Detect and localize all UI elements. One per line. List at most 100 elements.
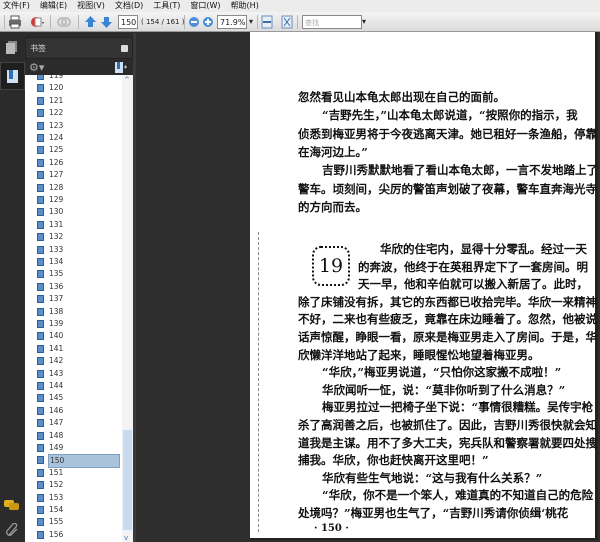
- bookmark-label: 155: [49, 517, 64, 527]
- bookmark-item[interactable]: 140: [25, 330, 121, 342]
- bookmark-icon: [37, 183, 44, 192]
- bookmark-item[interactable]: 149: [25, 442, 121, 454]
- bookmarks-tab[interactable]: [0, 62, 25, 90]
- bookmark-item[interactable]: 147: [25, 417, 121, 429]
- bookmark-item[interactable]: 137: [25, 293, 121, 305]
- text-line: 吉野川秀默默地看了看山本龟太郎，一言不发地踏上了: [322, 163, 598, 178]
- bookmark-item[interactable]: 151: [25, 467, 121, 479]
- search-input[interactable]: 查找: [302, 15, 362, 29]
- bookmark-item[interactable]: 125: [25, 144, 121, 156]
- bookmark-item[interactable]: 126: [25, 157, 121, 169]
- bookmark-label: 126: [49, 157, 64, 167]
- bookmark-item[interactable]: 121: [25, 95, 121, 107]
- zoom-dropdown-arrow-icon[interactable]: ▾: [249, 15, 253, 29]
- bookmark-label: 154: [49, 505, 64, 514]
- separator: [184, 15, 185, 29]
- bookmark-label: 125: [49, 145, 64, 155]
- text-line: 捕我。华欣，你也赶快离开这里吧！”: [298, 453, 489, 468]
- bookmark-item[interactable]: 146: [25, 405, 121, 417]
- bookmark-item[interactable]: 128: [25, 182, 121, 194]
- pages-icon[interactable]: [5, 40, 18, 55]
- bookmark-label: 145: [49, 393, 64, 403]
- bookmark-item[interactable]: 136: [25, 281, 121, 293]
- bookmark-icon: [37, 332, 44, 341]
- fit-width-icon[interactable]: [261, 15, 273, 29]
- bookmark-item[interactable]: 145: [25, 392, 121, 404]
- bookmark-label: 135: [49, 269, 64, 279]
- bookmark-item[interactable]: 154: [25, 504, 121, 516]
- bookmark-item[interactable]: 122: [25, 107, 121, 119]
- bookmark-icon: [37, 518, 44, 527]
- bookmark-label: 144: [49, 381, 64, 390]
- bookmark-item[interactable]: 133: [25, 244, 121, 256]
- previous-page-icon[interactable]: [84, 15, 97, 29]
- bookmark-icon: [37, 245, 44, 254]
- zoom-input[interactable]: 71.9%: [217, 15, 247, 29]
- zoom-out-icon[interactable]: [188, 15, 200, 29]
- bookmark-item[interactable]: 119: [25, 75, 121, 82]
- bookmark-item[interactable]: 139: [25, 318, 121, 330]
- panel-splitter[interactable]: [133, 33, 136, 542]
- options-gear-icon[interactable]: ⚙▾: [29, 61, 44, 74]
- text-line: “华欣，你不是一个笨人，难道真的不知道自己的危险: [322, 488, 594, 503]
- bookmark-item[interactable]: 135: [25, 268, 121, 280]
- bookmark-item[interactable]: 156: [25, 529, 121, 541]
- collapse-panel-icon[interactable]: [121, 45, 128, 52]
- fit-page-icon[interactable]: [281, 15, 293, 29]
- bookmark-item[interactable]: 142: [25, 355, 121, 367]
- page-number-input[interactable]: 150: [118, 15, 138, 29]
- bookmark-item[interactable]: 155: [25, 516, 121, 528]
- bookmark-item[interactable]: 129: [25, 194, 121, 206]
- bookmark-item[interactable]: 130: [25, 206, 121, 218]
- page-number: · 150 ·: [314, 523, 349, 534]
- bookmark-item[interactable]: 143: [25, 368, 121, 380]
- bookmark-item[interactable]: 127: [25, 169, 121, 181]
- menu-edit[interactable]: 编辑(E): [40, 0, 67, 12]
- bookmark-item[interactable]: 148: [25, 430, 121, 442]
- bookmark-item[interactable]: 152: [25, 479, 121, 491]
- menu-help[interactable]: 帮助(H): [231, 0, 259, 12]
- menu-document[interactable]: 文档(D): [115, 0, 143, 12]
- menu-file[interactable]: 文件(F): [3, 0, 30, 12]
- scrollbar-thumb[interactable]: [123, 430, 132, 530]
- menu-window[interactable]: 窗口(W): [190, 0, 220, 12]
- bookmark-label: 153: [49, 492, 64, 502]
- bookmark-item[interactable]: 150: [25, 454, 121, 469]
- bookmark-item[interactable]: 124: [25, 132, 121, 144]
- create-pdf-icon[interactable]: [29, 15, 45, 29]
- bookmark-item[interactable]: 141: [25, 343, 121, 355]
- bookmark-label: 122: [49, 108, 64, 118]
- scroll-down-icon[interactable]: v: [124, 534, 128, 542]
- bookmark-icon: [37, 456, 44, 465]
- bookmark-icon: [37, 196, 44, 204]
- new-bookmark-icon[interactable]: [115, 62, 127, 74]
- menu-bar: 文件(F) 编辑(E) 视图(V) 文档(D) 工具(T) 窗口(W) 帮助(H…: [0, 0, 600, 12]
- search-dropdown-arrow-icon[interactable]: ▾: [362, 15, 366, 29]
- bookmark-label: 138: [49, 306, 64, 316]
- scroll-up-icon[interactable]: ^: [124, 76, 130, 84]
- page-count: ( 154 / 161 ): [141, 18, 185, 26]
- bookmark-item[interactable]: 138: [25, 306, 121, 318]
- bookmark-label: 147: [49, 418, 64, 428]
- bookmark-scrollbar[interactable]: ^ v: [122, 75, 133, 542]
- menu-tools[interactable]: 工具(T): [153, 0, 180, 12]
- bookmark-item[interactable]: 132: [25, 231, 121, 243]
- zoom-in-icon[interactable]: [202, 15, 214, 29]
- print-icon[interactable]: [8, 15, 22, 29]
- bookmark-label: 149: [49, 443, 64, 452]
- bookmark-item[interactable]: 120: [25, 82, 121, 94]
- bookmark-item[interactable]: 131: [25, 219, 121, 231]
- bookmark-item[interactable]: 153: [25, 492, 121, 504]
- next-page-icon[interactable]: [100, 15, 113, 29]
- bookmark-icon: [37, 270, 44, 279]
- attachments-icon[interactable]: [5, 523, 19, 537]
- separator: [257, 15, 258, 29]
- bookmark-item[interactable]: 144: [25, 380, 121, 392]
- comments-icon[interactable]: [4, 499, 20, 511]
- text-line: 警车。顷刻间，尖厉的警笛声划破了夜幕，警车直奔海光寺: [298, 181, 597, 196]
- share-icon[interactable]: [57, 15, 71, 29]
- bookmark-item[interactable]: 123: [25, 120, 121, 132]
- bookmark-item[interactable]: 134: [25, 256, 121, 268]
- text-line: 杀了高润善之后，也被抓住了。因此，吉野川秀很快就会知: [298, 418, 597, 432]
- menu-view[interactable]: 视图(V): [77, 0, 105, 12]
